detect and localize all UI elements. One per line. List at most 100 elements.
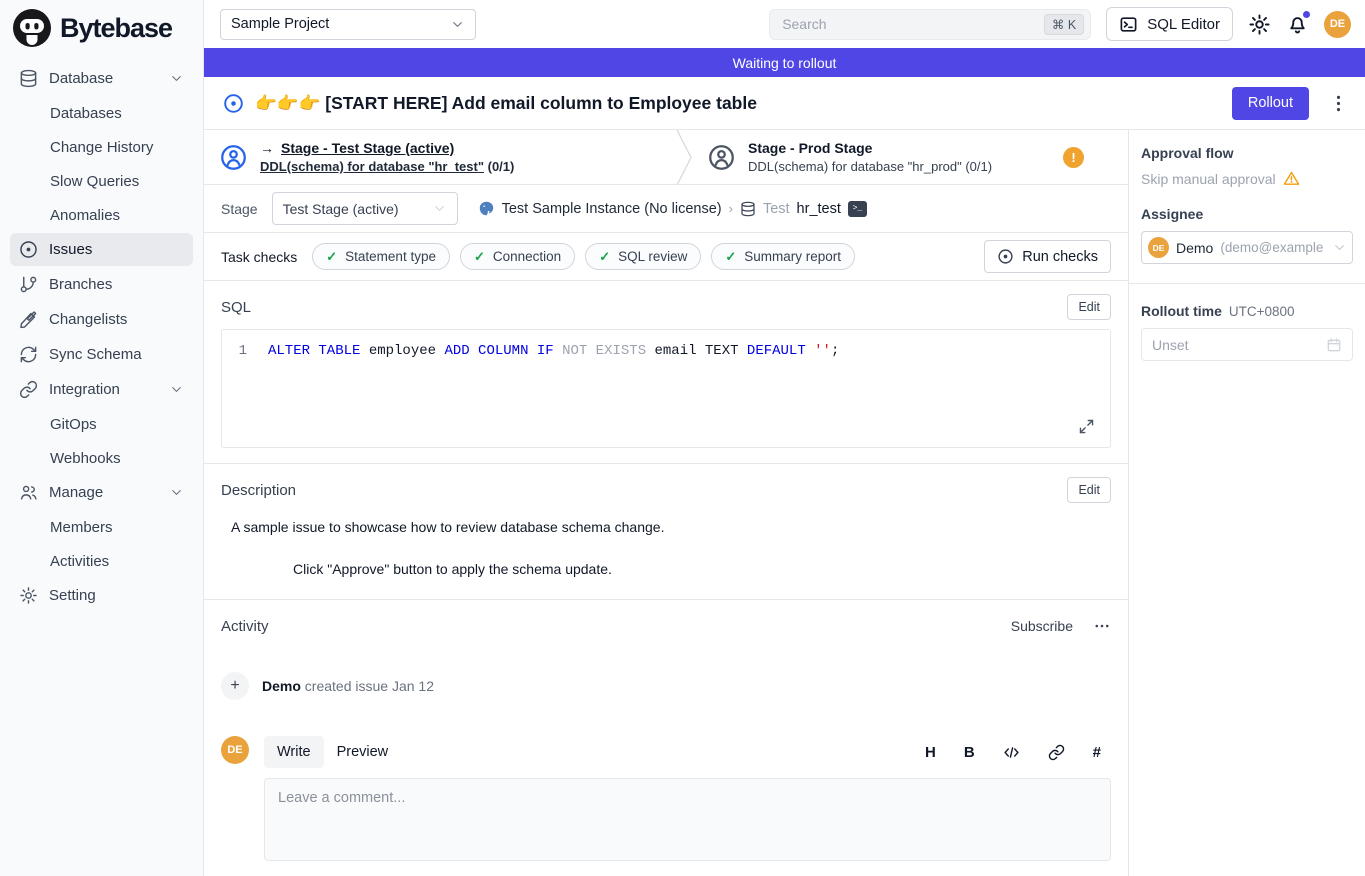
kebab-menu-icon[interactable]: [1328, 93, 1349, 114]
sidebar-item-gitops[interactable]: GitOps: [10, 408, 193, 440]
sidebar-item-members[interactable]: Members: [10, 511, 193, 543]
description-body: A sample issue to showcase how to review…: [221, 519, 1111, 599]
sidebar-item-activities[interactable]: Activities: [10, 545, 193, 577]
user-avatar[interactable]: DE: [1324, 11, 1351, 38]
heading-icon[interactable]: H: [925, 744, 936, 761]
stage-prod[interactable]: Stage - Prod Stage DDL(schema) for datab…: [692, 130, 1128, 184]
assignee-name: Demo: [1176, 240, 1213, 256]
brand-name: Bytebase: [60, 13, 172, 44]
pencil-ruler-icon: [19, 310, 38, 329]
database-name[interactable]: hr_test: [797, 201, 841, 217]
stage-test[interactable]: →Stage - Test Stage (active) DDL(schema)…: [204, 130, 676, 184]
stage-select[interactable]: Test Stage (active): [272, 192, 458, 225]
sidebar-item-integration[interactable]: Integration: [10, 373, 193, 406]
chevron-down-icon: [450, 17, 465, 32]
check-pill-sql-review[interactable]: ✓SQL review: [585, 243, 701, 270]
sidebar-item-webhooks[interactable]: Webhooks: [10, 442, 193, 474]
instance-breadcrumb: Test Sample Instance (No license) › Test…: [478, 200, 867, 217]
instance-name[interactable]: Test Sample Instance (No license): [502, 201, 722, 217]
comment-avatar: DE: [221, 736, 249, 764]
content-main: →Stage - Test Stage (active) DDL(schema)…: [204, 130, 1128, 876]
search-shortcut-kbd: ⌘ K: [1044, 14, 1084, 35]
description-section: Description Edit A sample issue to showc…: [204, 464, 1128, 600]
sql-code-line: 1ALTER TABLE employee ADD COLUMN IF NOT …: [222, 342, 1110, 361]
plus-icon: +: [221, 672, 249, 700]
chevron-down-icon: [1332, 240, 1347, 255]
sidebar: Bytebase Database Databases Change Histo…: [0, 0, 204, 876]
sidebar-item-database[interactable]: Database: [10, 62, 193, 95]
app-root: Bytebase Database Databases Change Histo…: [0, 0, 1365, 876]
sidebar-item-label: Database: [49, 70, 113, 87]
comment-input[interactable]: [264, 778, 1111, 861]
users-icon: [19, 483, 38, 502]
sidebar-item-databases[interactable]: Databases: [10, 97, 193, 129]
sql-code-editor[interactable]: 1ALTER TABLE employee ADD COLUMN IF NOT …: [221, 329, 1111, 448]
subscribe-button[interactable]: Subscribe: [1011, 618, 1073, 634]
link-icon[interactable]: [1048, 744, 1065, 761]
git-branch-icon: [19, 275, 38, 294]
current-stage-arrow: →: [260, 140, 274, 156]
activity-section: Activity Subscribe + Demo created issue …: [204, 600, 1128, 876]
check-icon: ✓: [326, 249, 337, 265]
run-checks-button[interactable]: Run checks: [984, 240, 1111, 273]
terminal-icon: [1119, 15, 1138, 34]
assignee-select[interactable]: DE Demo (demo@example: [1141, 231, 1353, 264]
check-icon: ✓: [474, 249, 485, 265]
main-column: Sample Project Search ⌘ K SQL Editor DE: [204, 0, 1365, 876]
right-panel: Approval flow Skip manual approval Assig…: [1128, 130, 1365, 876]
rollout-time-input[interactable]: Unset: [1141, 328, 1353, 361]
warning-circle-icon: !: [1063, 147, 1084, 168]
sidebar-item-change-history[interactable]: Change History: [10, 131, 193, 163]
bytebase-logo-icon: [12, 8, 52, 48]
sidebar-item-branches[interactable]: Branches: [10, 268, 193, 301]
sidebar-item-anomalies[interactable]: Anomalies: [10, 199, 193, 231]
check-pill-statement-type[interactable]: ✓Statement type: [312, 243, 450, 270]
tab-preview[interactable]: Preview: [324, 736, 402, 768]
check-pill-summary-report[interactable]: ✓Summary report: [711, 243, 855, 270]
breadcrumb-separator: ›: [729, 201, 733, 216]
sidebar-item-sync-schema[interactable]: Sync Schema: [10, 338, 193, 371]
stage-prod-labels: Stage - Prod Stage DDL(schema) for datab…: [748, 140, 992, 174]
hash-icon[interactable]: #: [1093, 744, 1101, 761]
brand-logo[interactable]: Bytebase: [0, 0, 203, 52]
bold-icon[interactable]: B: [964, 744, 975, 761]
circle-dot-icon: [19, 240, 38, 259]
issue-status-circle-dot-icon: [223, 93, 244, 114]
settings-gear-icon[interactable]: [1248, 13, 1271, 36]
search-input[interactable]: Search ⌘ K: [769, 9, 1091, 40]
rollout-button[interactable]: Rollout: [1232, 87, 1309, 120]
sidebar-item-setting[interactable]: Setting: [10, 579, 193, 612]
chevron-down-icon: [169, 71, 184, 86]
stage-approver-icon: [220, 144, 247, 171]
title-emoji: 👉👉👉: [255, 93, 320, 113]
run-circle-icon: [997, 248, 1014, 265]
check-icon: ✓: [599, 249, 610, 265]
sql-edit-button[interactable]: Edit: [1067, 294, 1111, 320]
notifications-bell-icon[interactable]: [1286, 13, 1309, 36]
sidebar-item-issues[interactable]: Issues: [10, 233, 193, 266]
sql-editor-button[interactable]: SQL Editor: [1106, 7, 1233, 41]
activity-actor[interactable]: Demo: [262, 678, 301, 694]
ellipsis-menu-icon[interactable]: [1093, 617, 1111, 635]
description-edit-button[interactable]: Edit: [1067, 477, 1111, 503]
sidebar-item-changelists[interactable]: Changelists: [10, 303, 193, 336]
stage-selector-row: Stage Test Stage (active) Test Sample In…: [204, 185, 1128, 233]
stage-test-labels: →Stage - Test Stage (active) DDL(schema)…: [260, 140, 514, 174]
sidebar-item-slow-queries[interactable]: Slow Queries: [10, 165, 193, 197]
database-icon: [740, 201, 756, 217]
page-title: 👉👉👉 [START HERE] Add email column to Emp…: [255, 93, 757, 114]
issue-title-row: 👉👉👉 [START HERE] Add email column to Emp…: [204, 77, 1365, 130]
status-banner: Waiting to rollout: [204, 48, 1365, 77]
comment-editor-toolbar: Write Preview H B #: [264, 736, 1111, 768]
rollout-time-title: Rollout time: [1141, 303, 1222, 319]
expand-icon[interactable]: [1078, 418, 1095, 435]
code-icon[interactable]: [1003, 744, 1020, 761]
sync-icon: [19, 345, 38, 364]
open-sql-editor-icon[interactable]: >_: [848, 201, 867, 217]
description-title: Description: [221, 482, 296, 499]
sidebar-item-manage[interactable]: Manage: [10, 476, 193, 509]
check-pill-connection[interactable]: ✓Connection: [460, 243, 575, 270]
tab-write[interactable]: Write: [264, 736, 324, 768]
project-select[interactable]: Sample Project: [220, 9, 476, 40]
assignee-title: Assignee: [1141, 206, 1353, 222]
